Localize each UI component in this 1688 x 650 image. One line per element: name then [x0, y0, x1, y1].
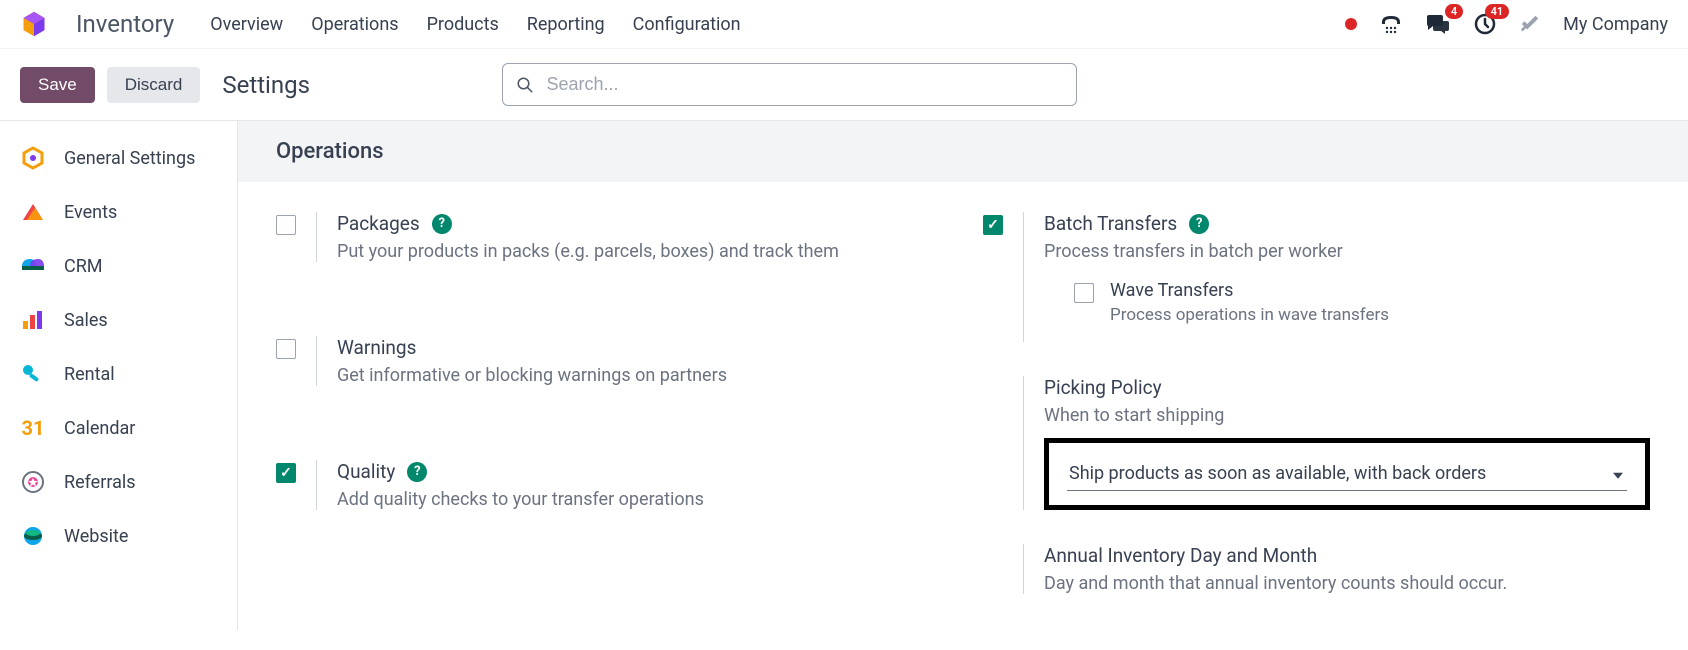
setting-desc: Process transfers in batch per worker [1044, 241, 1650, 262]
sub-setting-desc: Process operations in wave transfers [1110, 305, 1389, 325]
sub-setting-wave: Wave Transfers Process operations in wav… [1044, 280, 1650, 325]
quality-checkbox[interactable] [276, 463, 296, 483]
setting-batch-transfers: Batch Transfers ? Process transfers in b… [983, 212, 1650, 342]
setting-desc: Day and month that annual inventory coun… [1044, 573, 1650, 594]
action-bar: Save Discard Settings [0, 49, 1688, 120]
setting-warnings: Warnings Get informative or blocking war… [276, 336, 943, 386]
sidebar-item-rental[interactable]: Rental [0, 347, 237, 401]
section-header: Operations [238, 121, 1688, 182]
events-icon [20, 199, 46, 225]
website-icon [20, 523, 46, 549]
setting-title: Batch Transfers [1044, 212, 1177, 235]
sidebar-item-sales[interactable]: Sales [0, 293, 237, 347]
messages-badge: 4 [1445, 4, 1463, 19]
picking-policy-select[interactable]: Ship products as soon as available, with… [1067, 457, 1627, 491]
help-icon[interactable]: ? [407, 462, 427, 482]
top-nav: Inventory Overview Operations Products R… [0, 0, 1688, 49]
app-title[interactable]: Inventory [76, 10, 174, 38]
wave-checkbox[interactable] [1074, 283, 1094, 303]
help-icon[interactable]: ? [1189, 214, 1209, 234]
gear-hex-icon [20, 145, 46, 171]
sidebar-item-calendar[interactable]: 31 Calendar [0, 401, 237, 455]
discard-button[interactable]: Discard [107, 67, 201, 103]
main-content: Operations Packages ? Put your products … [238, 121, 1688, 630]
sidebar-item-general-settings[interactable]: General Settings [0, 131, 237, 185]
sidebar-item-label: CRM [64, 256, 103, 277]
rental-icon [20, 361, 46, 387]
nav-products[interactable]: Products [427, 14, 499, 35]
warnings-checkbox[interactable] [276, 339, 296, 359]
activities-icon[interactable]: 41 [1473, 12, 1497, 36]
setting-desc: Get informative or blocking warnings on … [337, 365, 943, 386]
app-logo-icon [20, 10, 48, 38]
setting-title: Packages [337, 212, 420, 235]
search-icon [516, 76, 534, 94]
packages-checkbox[interactable] [276, 215, 296, 235]
tools-icon[interactable] [1519, 13, 1541, 35]
setting-packages: Packages ? Put your products in packs (e… [276, 212, 943, 262]
header-icons: 4 41 My Company [1345, 12, 1668, 36]
nav-operations[interactable]: Operations [311, 14, 398, 35]
search-input[interactable] [502, 63, 1077, 106]
activities-badge: 41 [1485, 4, 1510, 19]
setting-quality: Quality ? Add quality checks to your tra… [276, 460, 943, 510]
referrals-icon [20, 469, 46, 495]
setting-title: Picking Policy [1044, 376, 1162, 399]
page-title: Settings [222, 71, 310, 99]
company-name[interactable]: My Company [1563, 14, 1668, 35]
sidebar-item-label: Events [64, 202, 117, 223]
sidebar-item-label: Calendar [64, 418, 135, 439]
sidebar-item-label: Rental [64, 364, 115, 385]
search-wrap [502, 63, 1077, 106]
settings-sidebar: General Settings Events CRM Sales Rental… [0, 121, 238, 630]
setting-title: Annual Inventory Day and Month [1044, 544, 1317, 567]
picking-policy-highlight: Ship products as soon as available, with… [1044, 438, 1650, 510]
sidebar-item-referrals[interactable]: Referrals [0, 455, 237, 509]
sub-setting-title: Wave Transfers [1110, 280, 1389, 301]
setting-picking-policy: Picking Policy When to start shipping Sh… [983, 376, 1650, 510]
nav-configuration[interactable]: Configuration [633, 14, 741, 35]
help-icon[interactable]: ? [432, 214, 452, 234]
sidebar-item-crm[interactable]: CRM [0, 239, 237, 293]
setting-title: Warnings [337, 336, 416, 359]
setting-annual-inventory: Annual Inventory Day and Month Day and m… [983, 544, 1650, 594]
calendar-icon: 31 [20, 415, 46, 441]
batch-checkbox[interactable] [983, 215, 1003, 235]
settings-col-left: Packages ? Put your products in packs (e… [276, 212, 943, 594]
setting-title: Quality [337, 460, 395, 483]
sidebar-item-label: Referrals [64, 472, 136, 493]
setting-desc: Add quality checks to your transfer oper… [337, 489, 943, 510]
nav-reporting[interactable]: Reporting [527, 14, 605, 35]
setting-desc: Put your products in packs (e.g. parcels… [337, 241, 943, 262]
sidebar-item-label: General Settings [64, 148, 195, 169]
sidebar-item-events[interactable]: Events [0, 185, 237, 239]
status-dot-icon [1345, 18, 1357, 30]
sales-icon [20, 307, 46, 333]
sidebar-item-label: Website [64, 526, 128, 547]
settings-col-right: Batch Transfers ? Process transfers in b… [983, 212, 1650, 594]
sidebar-item-website[interactable]: Website [0, 509, 237, 563]
nav-overview[interactable]: Overview [210, 14, 283, 35]
save-button[interactable]: Save [20, 67, 95, 103]
sidebar-item-label: Sales [64, 310, 108, 331]
setting-desc: When to start shipping [1044, 405, 1650, 426]
crm-icon [20, 253, 46, 279]
messages-icon[interactable]: 4 [1425, 12, 1451, 36]
body: General Settings Events CRM Sales Rental… [0, 120, 1688, 630]
phone-icon[interactable] [1379, 12, 1403, 36]
